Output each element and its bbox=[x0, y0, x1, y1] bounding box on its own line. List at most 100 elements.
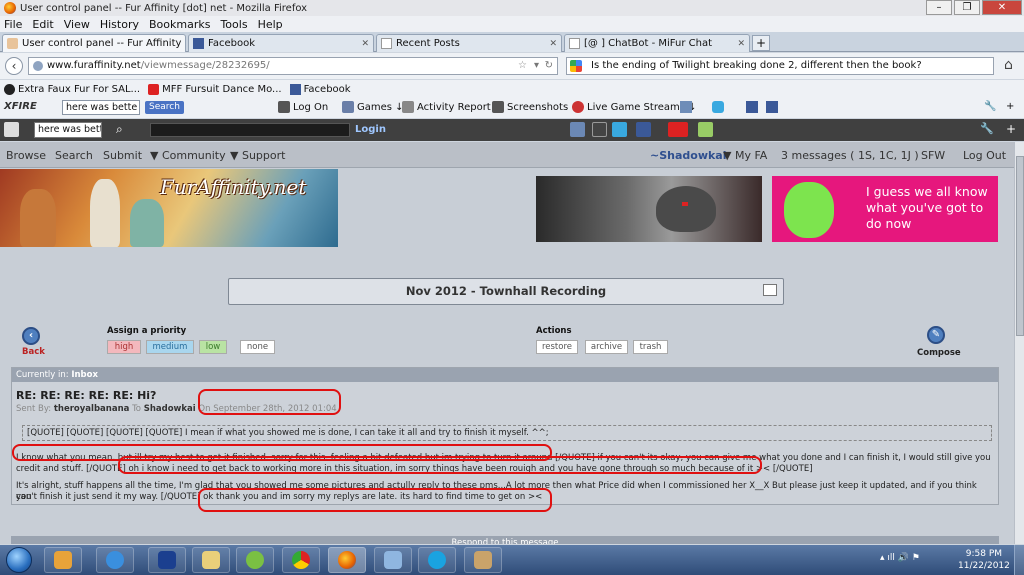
chrome-icon[interactable] bbox=[282, 547, 320, 573]
nav-username[interactable]: ~Shadowkai bbox=[650, 149, 727, 162]
priority-low-button[interactable]: low bbox=[199, 340, 227, 354]
nav-browse[interactable]: Browse bbox=[6, 149, 46, 162]
restore-button[interactable]: restore bbox=[536, 340, 578, 354]
compose-button-label[interactable]: Compose bbox=[917, 348, 961, 358]
close-tab-icon[interactable]: ✕ bbox=[361, 39, 369, 49]
web-search-input[interactable]: Is the ending of Twilight breaking done … bbox=[566, 57, 994, 75]
xfire-log-on[interactable]: Log On bbox=[278, 101, 328, 113]
pink-ad-banner[interactable]: I guess we all know what you've got to d… bbox=[772, 176, 998, 242]
furaffinity-banner[interactable]: FurAffinity.net bbox=[0, 169, 338, 247]
facebook-icon[interactable] bbox=[746, 101, 758, 113]
scrollbar-thumb[interactable] bbox=[1016, 156, 1024, 336]
wrench-icon[interactable]: 🔧 bbox=[984, 101, 996, 112]
edit-note-icon[interactable] bbox=[763, 284, 777, 296]
bookmark-facebook[interactable]: Facebook bbox=[289, 83, 351, 95]
facebook-icon[interactable] bbox=[636, 122, 651, 137]
skype-icon[interactable] bbox=[418, 547, 456, 573]
menu-file[interactable]: File bbox=[4, 18, 22, 31]
firefox-taskbar-icon[interactable] bbox=[328, 547, 366, 573]
xfire-search-button[interactable]: Search bbox=[145, 101, 184, 114]
recipient-link[interactable]: Shadowkai bbox=[144, 404, 196, 414]
facebook-notification-icon[interactable] bbox=[766, 101, 778, 113]
minimize-button[interactable]: – bbox=[926, 0, 952, 15]
trash-button[interactable]: trash bbox=[633, 340, 668, 354]
search-icon[interactable]: ⌕ bbox=[116, 122, 123, 137]
url-bar[interactable]: www.furaffinity.net/viewmessage/28232695… bbox=[28, 57, 558, 75]
file-explorer-icon[interactable] bbox=[192, 547, 230, 573]
newegg-icon[interactable] bbox=[148, 547, 186, 573]
back-button-label[interactable]: Back bbox=[22, 347, 45, 357]
cb-icon[interactable] bbox=[668, 122, 688, 137]
volume-icon[interactable] bbox=[680, 101, 692, 113]
bookmark-extra-faux-fur[interactable]: Extra Faux Fur For SAL... bbox=[4, 83, 140, 95]
show-desktop-button[interactable] bbox=[1014, 545, 1024, 575]
reload-icon[interactable]: ↻ bbox=[545, 58, 553, 74]
tab-user-control-panel[interactable]: User control panel -- Fur Affinity [dot]… bbox=[2, 34, 186, 52]
nav-my-fa[interactable]: ▼ My FA bbox=[723, 149, 767, 162]
twitter-icon[interactable] bbox=[712, 101, 724, 113]
add-icon[interactable]: + bbox=[1006, 101, 1014, 112]
xfire-live-streams[interactable]: Live Game Streams ↓ bbox=[572, 101, 697, 113]
nav-messages[interactable]: 3 messages ( 1S, 1C, 1J ) bbox=[781, 149, 919, 162]
respond-header: Respond to this message bbox=[11, 536, 999, 544]
menu-history[interactable]: History bbox=[100, 18, 139, 31]
bookmark-mff-fursuit[interactable]: MFF Fursuit Dance Mo... bbox=[148, 83, 282, 95]
wrench-icon[interactable]: 🔧 bbox=[980, 122, 995, 137]
tab-facebook[interactable]: Facebook ✕ bbox=[188, 34, 374, 52]
report-icon bbox=[402, 101, 414, 113]
home-icon[interactable]: ⌂ bbox=[1004, 57, 1013, 73]
folder-name[interactable]: Inbox bbox=[71, 370, 98, 380]
photos-icon[interactable] bbox=[570, 122, 585, 137]
system-clock[interactable]: 9:58 PM 11/22/2012 bbox=[958, 548, 1010, 572]
close-tab-icon[interactable]: ✕ bbox=[737, 39, 745, 49]
vertical-scrollbar[interactable] bbox=[1014, 142, 1024, 544]
priority-high-button[interactable]: high bbox=[107, 340, 141, 354]
login-link[interactable]: Login bbox=[355, 124, 386, 135]
archive-button[interactable]: archive bbox=[585, 340, 628, 354]
xfire-activity-report[interactable]: Activity Report ↓ bbox=[402, 101, 502, 113]
menu-help[interactable]: Help bbox=[258, 18, 283, 31]
spotify-icon[interactable] bbox=[236, 547, 274, 573]
menu-edit[interactable]: Edit bbox=[32, 18, 53, 31]
system-tray[interactable]: ▴ ıll 🔊 ⚑ bbox=[880, 553, 920, 563]
start-button-icon[interactable] bbox=[6, 547, 32, 573]
menu-tools[interactable]: Tools bbox=[220, 18, 247, 31]
new-tab-button[interactable]: + bbox=[752, 35, 770, 51]
nav-support[interactable]: ▼ Support bbox=[230, 149, 285, 162]
bookmark-star-icon[interactable]: ☆ bbox=[518, 58, 527, 74]
twitter-icon[interactable] bbox=[612, 122, 627, 137]
paint-icon[interactable] bbox=[374, 547, 412, 573]
back-arrow-icon[interactable]: ‹ bbox=[5, 57, 23, 75]
nav-search[interactable]: Search bbox=[55, 149, 93, 162]
tab-recent-posts[interactable]: Recent Posts ✕ bbox=[376, 34, 562, 52]
sender-link[interactable]: theroyalbanana bbox=[54, 404, 130, 414]
menu-view[interactable]: View bbox=[64, 18, 90, 31]
nav-logout[interactable]: Log Out bbox=[963, 149, 1006, 162]
priority-none-button[interactable]: none bbox=[240, 340, 275, 354]
media-center-icon[interactable] bbox=[44, 547, 82, 573]
priority-medium-button[interactable]: medium bbox=[146, 340, 194, 354]
dropdown-arrow-icon[interactable]: ▾ bbox=[534, 58, 539, 74]
banner-character bbox=[20, 189, 56, 247]
paw-icon[interactable] bbox=[592, 122, 607, 137]
wolf-ad-banner[interactable] bbox=[536, 176, 762, 242]
nav-submit[interactable]: Submit bbox=[103, 149, 142, 162]
nav-sfw[interactable]: SFW bbox=[921, 149, 945, 162]
maximize-button[interactable]: ❐ bbox=[954, 0, 980, 15]
xfire-search-input[interactable]: here was bette bbox=[62, 100, 140, 115]
battery-icon[interactable] bbox=[698, 122, 713, 137]
close-tab-icon[interactable]: ✕ bbox=[549, 39, 557, 49]
xfire-screenshots[interactable]: Screenshots ↓ bbox=[492, 101, 580, 113]
internet-explorer-icon[interactable] bbox=[96, 547, 134, 573]
close-button[interactable]: ✕ bbox=[982, 0, 1022, 15]
menu-bookmarks[interactable]: Bookmarks bbox=[149, 18, 210, 31]
tab-chatbot[interactable]: [@ ] ChatBot - MiFur Chat ✕ bbox=[564, 34, 750, 52]
xfire-games[interactable]: Games ↓ bbox=[342, 101, 404, 113]
toolbar-field[interactable] bbox=[150, 123, 350, 137]
art-program-icon[interactable] bbox=[464, 547, 502, 573]
back-icon[interactable]: ‹ bbox=[22, 327, 40, 345]
compose-pencil-icon[interactable]: ✎ bbox=[927, 326, 945, 344]
toolbar-search-input[interactable]: here was bette bbox=[34, 122, 102, 138]
nav-community[interactable]: ▼ Community bbox=[150, 149, 226, 162]
add-icon[interactable]: + bbox=[1006, 122, 1021, 137]
